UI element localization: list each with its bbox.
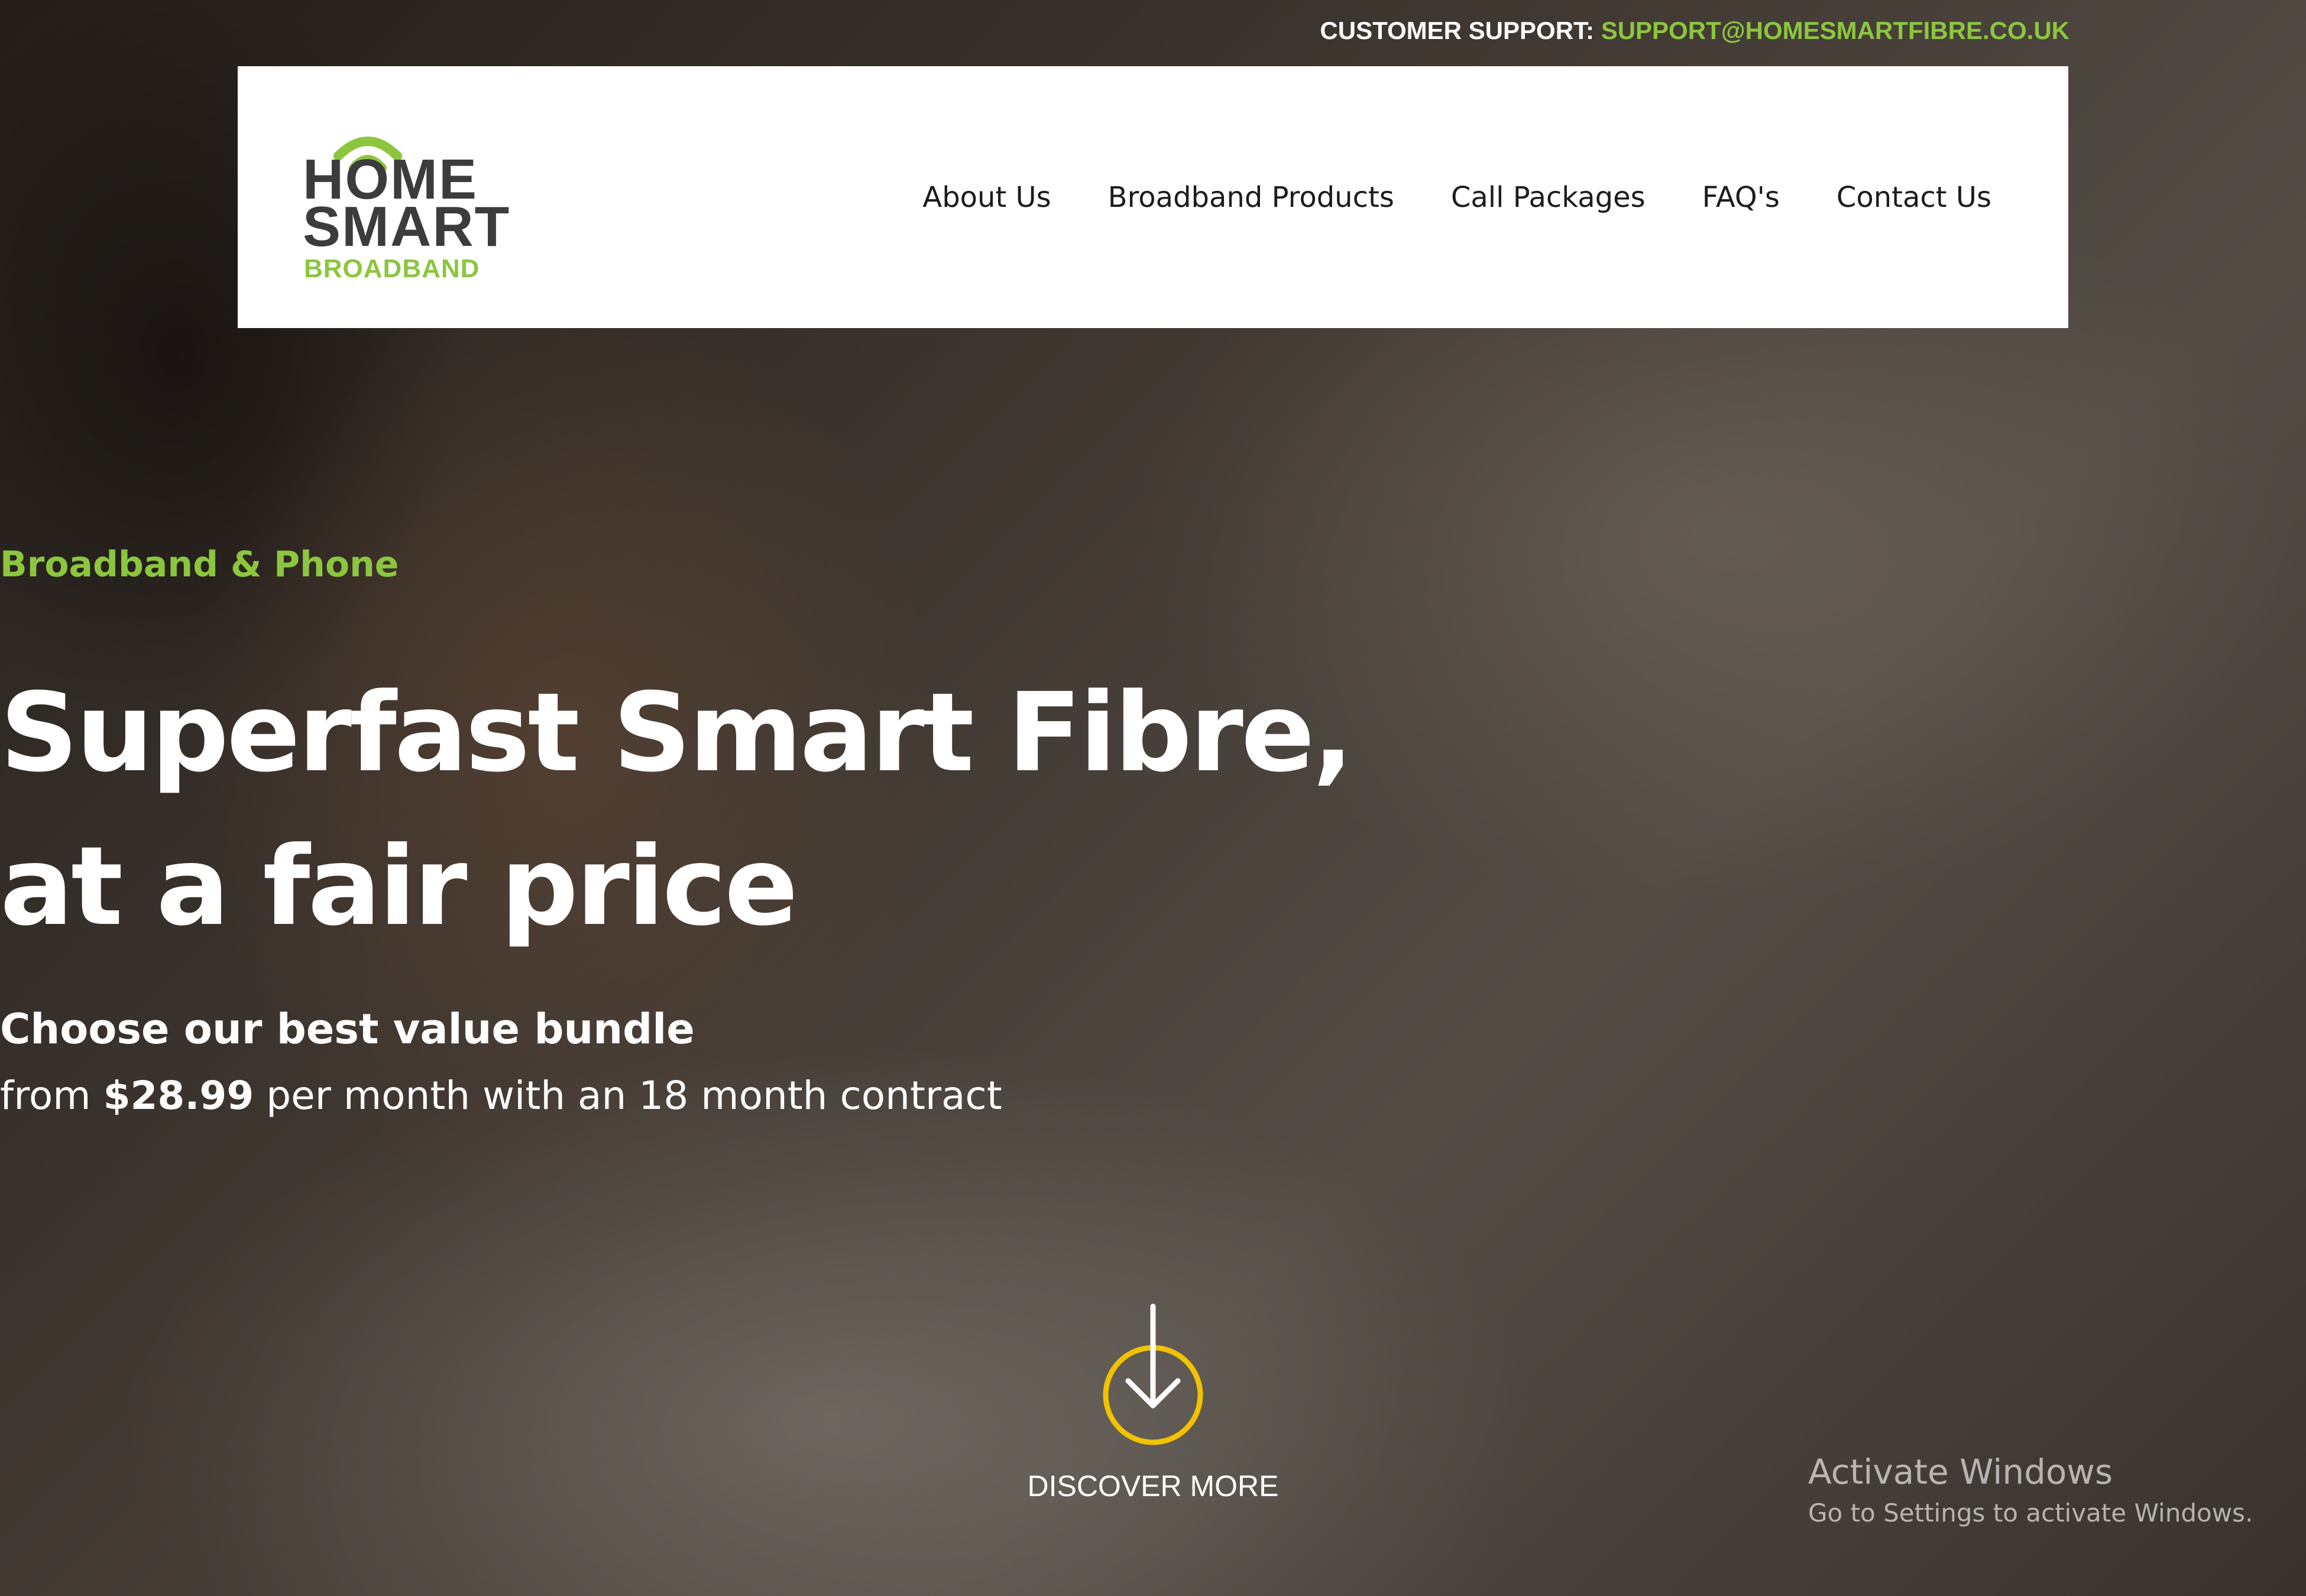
site-logo[interactable]: HOME SMART BROADBAND (303, 115, 516, 292)
support-label: CUSTOMER SUPPORT: (1320, 17, 1595, 44)
nav-links: About Us Broadband Products Call Package… (922, 181, 1991, 214)
logo-word-broadband: BROADBAND (304, 254, 480, 283)
nav-faqs[interactable]: FAQ's (1702, 181, 1780, 214)
activate-windows-subtitle: Go to Settings to activate Windows. (1808, 1498, 2253, 1527)
activate-windows-title: Activate Windows (1808, 1452, 2113, 1492)
hero-headline: Superfast Smart Fibre, at a fair price (0, 656, 2306, 964)
logo-word-smart: SMART (303, 194, 511, 258)
support-email-link[interactable]: SUPPORT@HOMESMARTFIBRE.CO.UK (1601, 17, 2069, 44)
hero-headline-line1: Superfast Smart Fibre, (0, 670, 1354, 796)
hero-subhead: Choose our best value bundle (0, 1005, 695, 1053)
hero-eyebrow: Broadband & Phone (0, 544, 399, 585)
price-prefix: from (0, 1073, 91, 1118)
nav-call-packages[interactable]: Call Packages (1451, 181, 1646, 214)
arrow-down-circle-icon[interactable] (1100, 1300, 1206, 1454)
nav-broadband-products[interactable]: Broadband Products (1108, 181, 1394, 214)
hero-headline-line2: at a fair price (0, 823, 798, 950)
customer-support-bar: CUSTOMER SUPPORT: SUPPORT@HOMESMARTFIBRE… (1320, 17, 2069, 45)
main-navbar: HOME SMART BROADBAND About Us Broadband … (238, 66, 2068, 328)
nav-about-us[interactable]: About Us (922, 181, 1051, 214)
hero-price-line: from $28.99 per month with an 18 month c… (0, 1073, 2306, 1118)
activate-windows-watermark: Activate Windows Go to Settings to activ… (1808, 1448, 2253, 1531)
price-value: $28.99 (103, 1073, 254, 1118)
nav-contact-us[interactable]: Contact Us (1837, 181, 1991, 214)
price-suffix: per month with an 18 month contract (266, 1073, 1002, 1118)
